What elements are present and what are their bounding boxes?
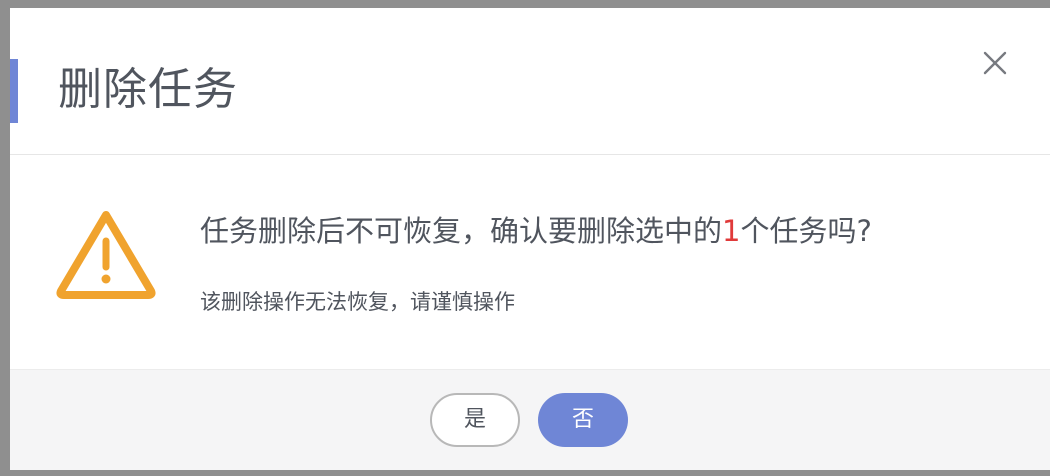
- message-text-after: 个任务吗?: [740, 214, 872, 248]
- dialog-body: 任务删除后不可恢复，确认要删除选中的1个任务吗? 该删除操作无法恢复，请谨慎操作: [10, 155, 1050, 369]
- yes-button[interactable]: 是: [430, 393, 520, 447]
- warning-icon: [54, 207, 158, 301]
- confirm-message: 任务删除后不可恢复，确认要删除选中的1个任务吗?: [200, 211, 872, 251]
- close-icon: [983, 51, 1007, 75]
- dialog-header: 删除任务: [10, 8, 1050, 155]
- close-button[interactable]: [978, 46, 1012, 80]
- caution-message: 该删除操作无法恢复，请谨慎操作: [200, 290, 515, 314]
- selected-task-count: 1: [722, 214, 741, 248]
- delete-task-dialog: 删除任务 任务删除后不可恢复，确认要删除选中的1个任务吗? 该删除操作无法恢复，…: [10, 8, 1050, 470]
- dialog-title: 删除任务: [58, 64, 238, 115]
- no-button[interactable]: 否: [538, 393, 628, 447]
- dialog-footer: 是 否: [10, 369, 1050, 470]
- title-accent-bar: [10, 59, 18, 123]
- message-text-before: 任务删除后不可恢复，确认要删除选中的: [200, 214, 723, 248]
